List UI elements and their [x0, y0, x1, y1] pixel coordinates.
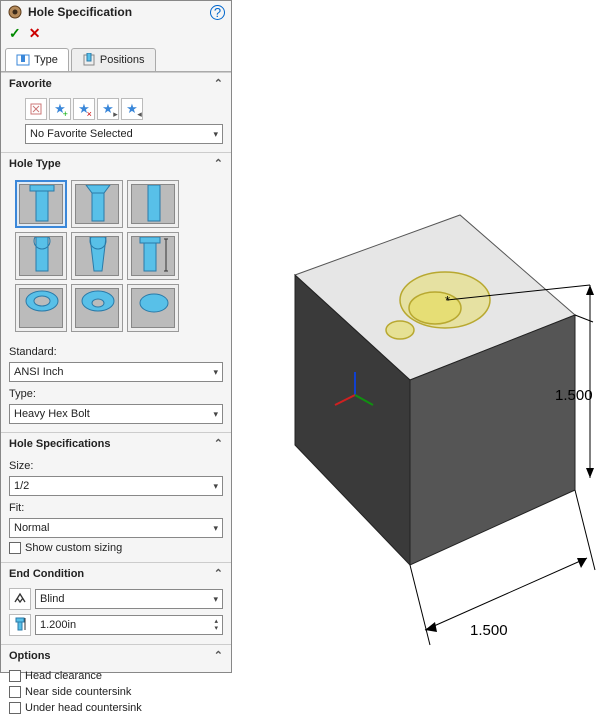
tab-type-label: Type — [34, 54, 58, 66]
favorite-dropdown-value: No Favorite Selected — [30, 128, 133, 140]
tabs: Type Positions — [1, 48, 231, 72]
end-condition-header[interactable]: End Condition ⌃ — [1, 563, 231, 584]
standard-value: ANSI Inch — [14, 366, 64, 378]
chevron-down-icon: ▾ — [213, 409, 218, 420]
fav-load-button[interactable]: ★◂ — [121, 98, 143, 120]
standard-dropdown[interactable]: ANSI Inch ▾ — [9, 362, 223, 382]
hole-type-countersink-slot[interactable] — [71, 284, 123, 332]
end-condition-header-label: End Condition — [9, 568, 84, 580]
hole-type-straight-tap[interactable] — [15, 232, 67, 280]
near-side-countersink-option[interactable]: Near side countersink — [9, 686, 223, 698]
chevron-up-icon: ⌃ — [214, 649, 223, 662]
hole-type-header-label: Hole Type — [9, 158, 61, 170]
near-side-countersink-label: Near side countersink — [25, 686, 131, 698]
hole-spec-section: Hole Specifications ⌃ Size: 1/2 ▾ Fit: N… — [1, 432, 231, 562]
dimension-2-value: 1.500 — [470, 622, 508, 639]
checkbox-icon — [9, 702, 21, 714]
fav-apply-button[interactable] — [25, 98, 47, 120]
hole-type-counterbore-slot[interactable] — [15, 284, 67, 332]
end-condition-value: Blind — [40, 593, 64, 605]
chevron-down-icon: ▾ — [213, 129, 218, 140]
panel-title: Hole Specification — [28, 5, 132, 19]
panel-header: Hole Specification ? — [1, 1, 231, 23]
options-header[interactable]: Options ⌃ — [1, 645, 231, 666]
under-head-countersink-label: Under head countersink — [25, 702, 142, 714]
chevron-up-icon: ⌃ — [214, 437, 223, 450]
hole-type-section: Hole Type ⌃ Standard: ANSI Inch ▾ Type: — [1, 152, 231, 432]
chevron-down-icon: ▾ — [213, 523, 218, 534]
reverse-direction-button[interactable] — [9, 588, 31, 610]
checkbox-icon — [9, 686, 21, 698]
hole-type-hole-slot[interactable] — [127, 284, 179, 332]
favorite-buttons: ★+ ★× ★▸ ★◂ — [9, 98, 223, 120]
tab-type[interactable]: Type — [5, 48, 69, 71]
fav-add-button[interactable]: ★+ — [49, 98, 71, 120]
head-clearance-label: Head clearance — [25, 670, 102, 682]
depth-icon — [9, 614, 31, 636]
hole-center-marker: * — [445, 293, 450, 308]
type-tab-icon — [16, 53, 30, 67]
favorite-section: Favorite ⌃ ★+ ★× ★▸ ★◂ No Favorite Selec… — [1, 72, 231, 152]
spinner-down-icon: ▾ — [214, 625, 218, 632]
show-custom-sizing[interactable]: Show custom sizing — [9, 542, 223, 554]
hole-type-legacy[interactable] — [127, 232, 179, 280]
head-clearance-option[interactable]: Head clearance — [9, 670, 223, 682]
type-label: Type: — [9, 388, 223, 400]
type-value: Heavy Hex Bolt — [14, 408, 90, 420]
end-condition-section: End Condition ⌃ Blind ▾ 1.200in ▴▾ — [1, 562, 231, 644]
fav-save-button[interactable]: ★▸ — [97, 98, 119, 120]
hole-type-countersink[interactable] — [71, 180, 123, 228]
checkbox-icon — [9, 542, 21, 554]
property-panel: Hole Specification ? ✓ ✕ Type Positions … — [0, 0, 232, 673]
fav-delete-button[interactable]: ★× — [73, 98, 95, 120]
model-view: * 1.500 1.500 — [235, 0, 601, 677]
tab-positions-label: Positions — [100, 54, 145, 66]
hole-spec-header[interactable]: Hole Specifications ⌃ — [1, 433, 231, 454]
size-dropdown[interactable]: 1/2 ▾ — [9, 476, 223, 496]
show-custom-sizing-label: Show custom sizing — [25, 542, 122, 554]
fit-dropdown[interactable]: Normal ▾ — [9, 518, 223, 538]
depth-input[interactable]: 1.200in ▴▾ — [35, 615, 223, 635]
spinner-up-icon: ▴ — [214, 618, 218, 625]
size-value: 1/2 — [14, 480, 29, 492]
hole-type-grid — [9, 178, 223, 340]
graphics-viewport[interactable]: * 1.500 1.500 — [235, 0, 601, 677]
end-condition-dropdown[interactable]: Blind ▾ — [35, 589, 223, 609]
favorite-header[interactable]: Favorite ⌃ — [1, 73, 231, 94]
chevron-up-icon: ⌃ — [214, 77, 223, 90]
options-header-label: Options — [9, 650, 51, 662]
chevron-up-icon: ⌃ — [214, 157, 223, 170]
size-label: Size: — [9, 460, 223, 472]
hole-wizard-icon — [7, 4, 23, 20]
checkbox-icon — [9, 670, 21, 682]
chevron-up-icon: ⌃ — [214, 567, 223, 580]
hole-type-hole[interactable] — [127, 180, 179, 228]
hole-type-tapered-tap[interactable] — [71, 232, 123, 280]
standard-label: Standard: — [9, 346, 223, 358]
hole-spec-header-label: Hole Specifications — [9, 438, 110, 450]
hole-type-header[interactable]: Hole Type ⌃ — [1, 153, 231, 174]
under-head-countersink-option[interactable]: Under head countersink — [9, 702, 223, 714]
depth-value: 1.200in — [40, 619, 76, 631]
accept-button[interactable]: ✓ — [9, 25, 21, 42]
chevron-down-icon: ▾ — [213, 481, 218, 492]
favorite-dropdown[interactable]: No Favorite Selected ▾ — [25, 124, 223, 144]
dimension-1-value: 1.500 — [555, 387, 593, 404]
cancel-button[interactable]: ✕ — [29, 25, 41, 42]
panel-actions: ✓ ✕ — [1, 23, 231, 46]
chevron-down-icon: ▾ — [213, 594, 218, 605]
favorite-header-label: Favorite — [9, 78, 52, 90]
fit-value: Normal — [14, 522, 49, 534]
hole-preview-inner — [409, 292, 461, 324]
hole-preview-shaft — [386, 321, 414, 339]
type-dropdown[interactable]: Heavy Hex Bolt ▾ — [9, 404, 223, 424]
fit-label: Fit: — [9, 502, 223, 514]
options-section: Options ⌃ Head clearance Near side count… — [1, 644, 231, 722]
chevron-down-icon: ▾ — [213, 367, 218, 378]
tab-positions[interactable]: Positions — [71, 48, 156, 71]
help-icon[interactable]: ? — [210, 5, 225, 20]
depth-spinner[interactable]: ▴▾ — [214, 618, 218, 632]
positions-tab-icon — [82, 53, 96, 67]
hole-type-counterbore[interactable] — [15, 180, 67, 228]
